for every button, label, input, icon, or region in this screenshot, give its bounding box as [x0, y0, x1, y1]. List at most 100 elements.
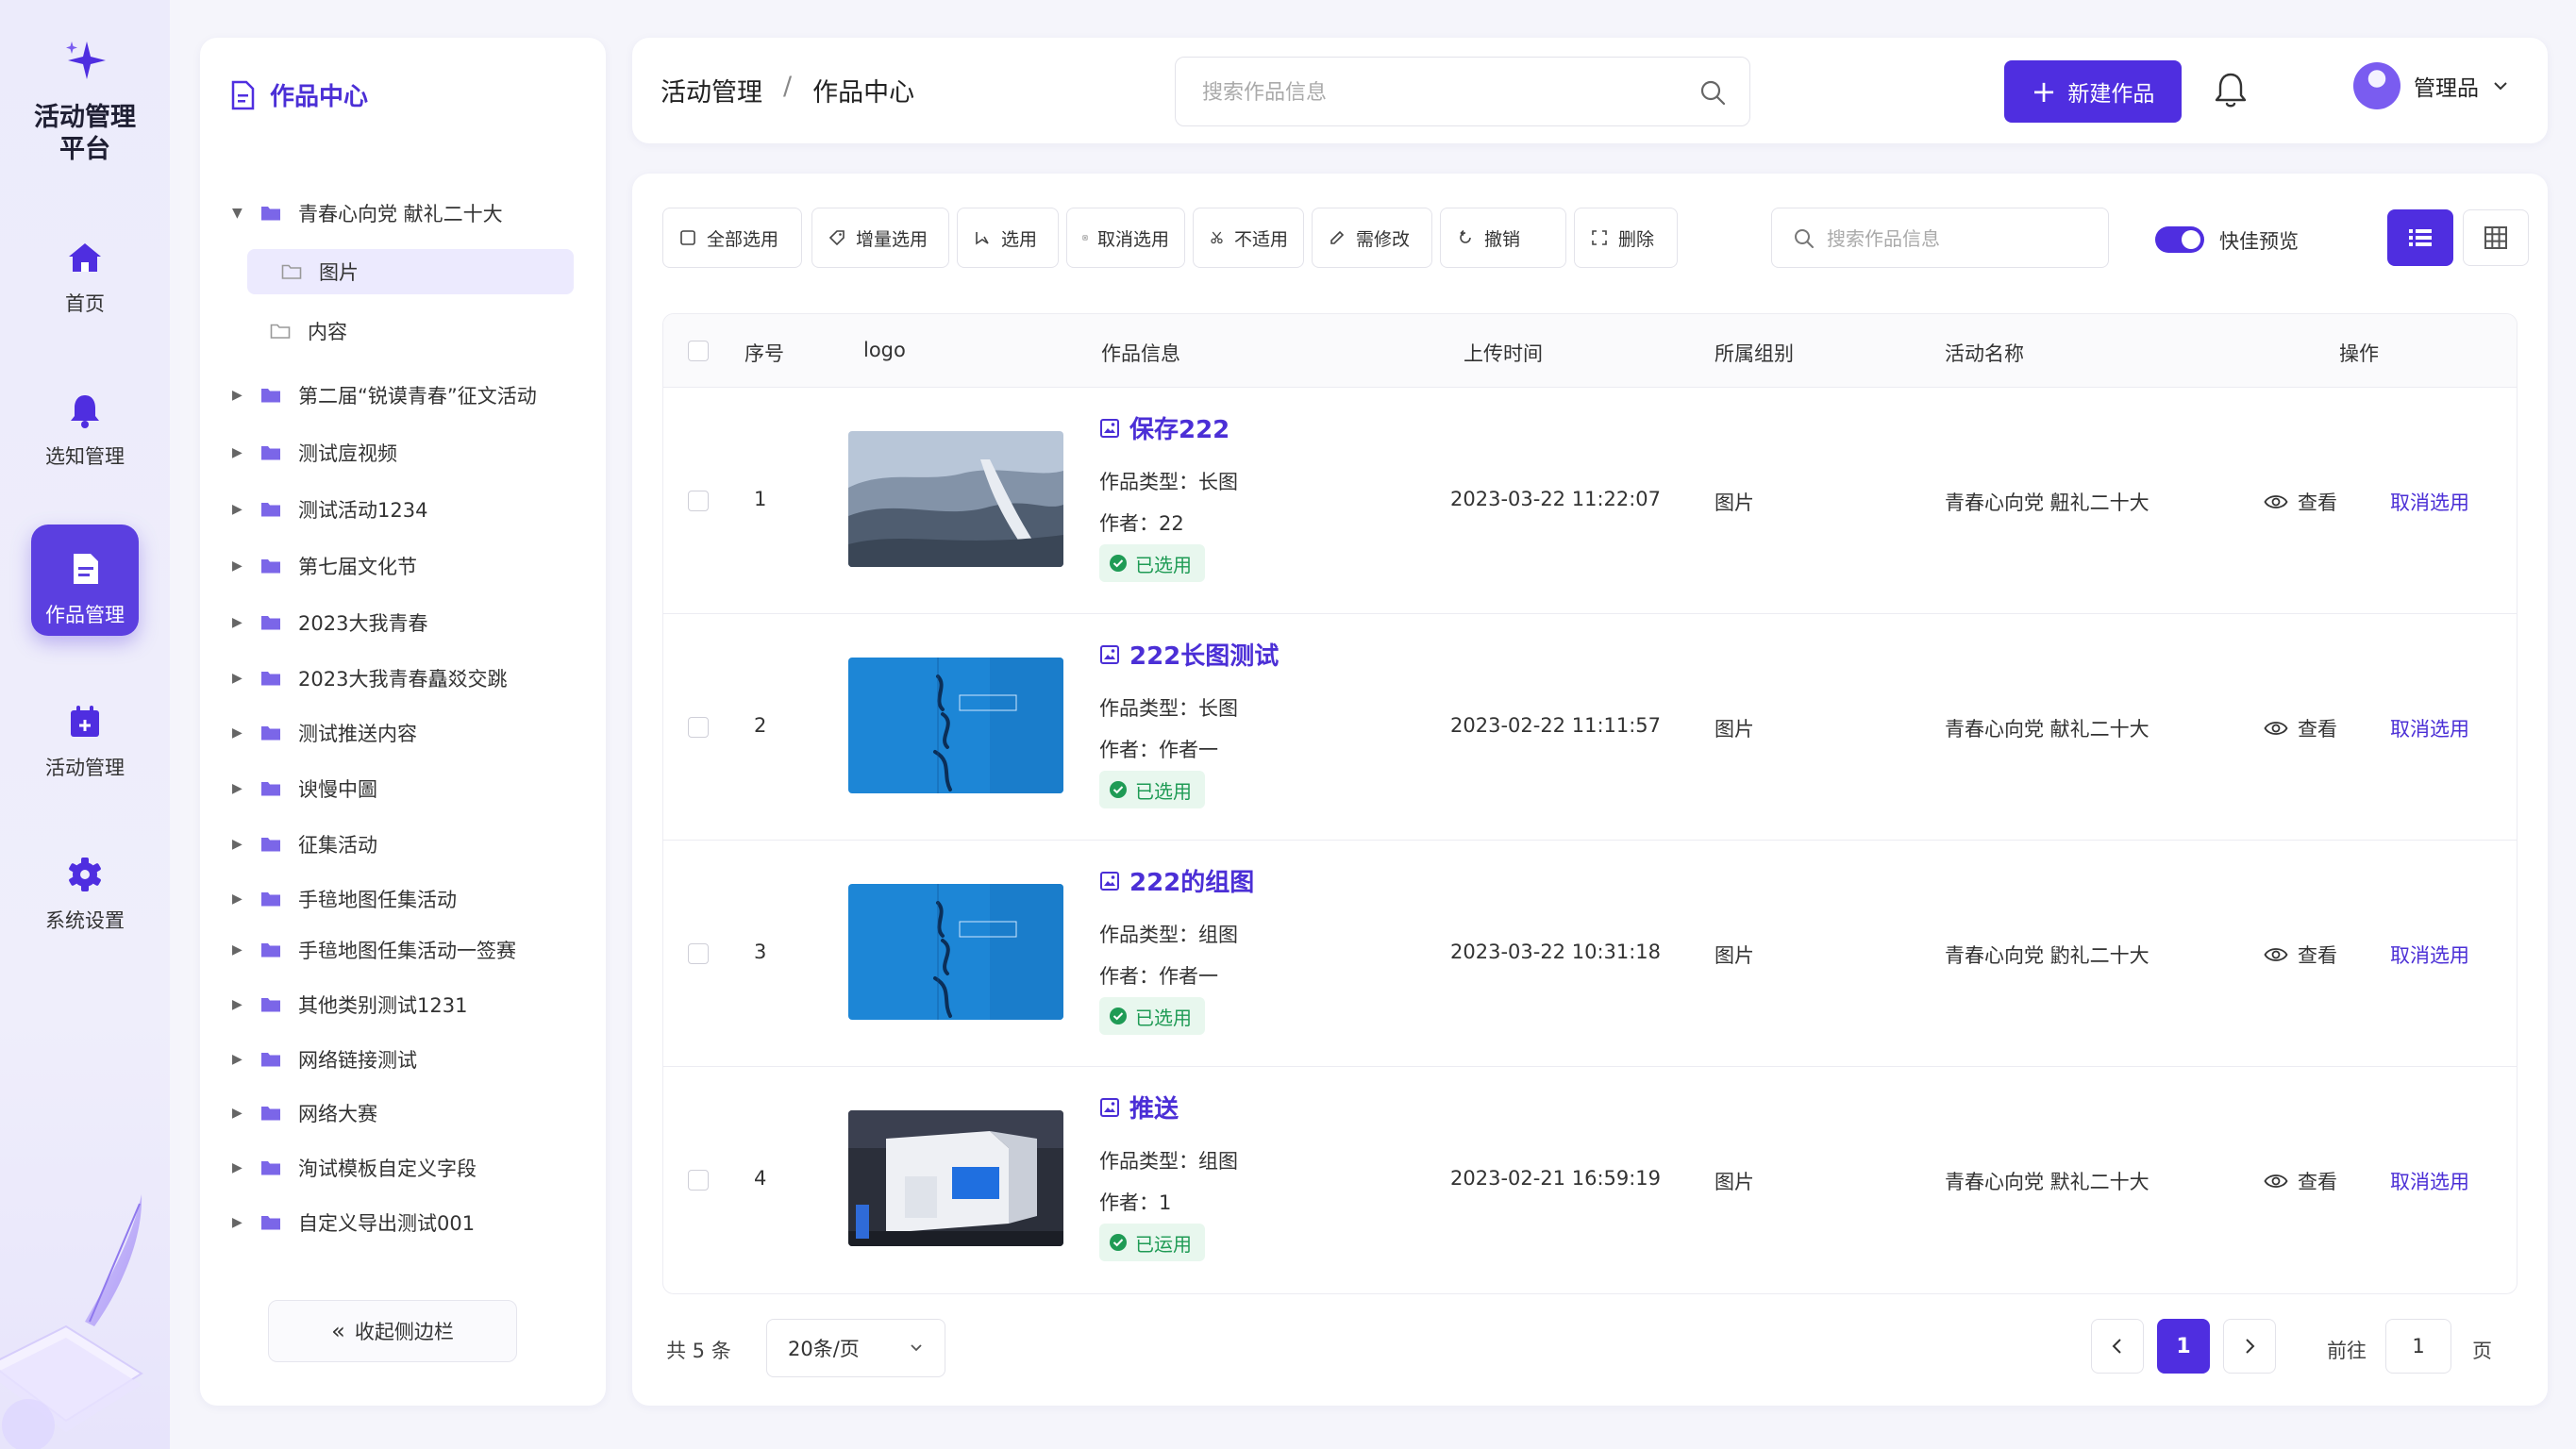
activity-name: 青春心向党 䶂礼二十大: [1945, 944, 2149, 967]
tree-item[interactable]: ▶ 洵试模板自定义字段: [200, 1145, 606, 1191]
tree-item[interactable]: ▶ 测试推送内容: [200, 710, 606, 756]
toolbar-button[interactable]: 增量选用: [811, 208, 949, 268]
work-title-link[interactable]: 222长图测试: [1099, 637, 1279, 672]
nav-item-settings[interactable]: 系统设置: [31, 830, 139, 941]
tree-item[interactable]: ▼ 青春心向党 献礼二十大: [200, 191, 606, 236]
tree-item[interactable]: ▶ 自定义导出测试001: [200, 1200, 606, 1245]
caret-down-icon[interactable]: ▼: [232, 206, 245, 221]
row-checkbox[interactable]: [688, 943, 709, 964]
notification-bell-icon[interactable]: [2210, 69, 2251, 110]
works-search-input[interactable]: [1827, 222, 2091, 256]
tree-item[interactable]: ▶ 2023大我青春矗㸚交跳: [200, 656, 606, 701]
toolbar-button[interactable]: 取消选用: [1066, 208, 1185, 268]
caret-right-icon[interactable]: ▶: [232, 1215, 245, 1230]
view-button[interactable]: 查看: [2264, 941, 2337, 969]
nav-item-activity[interactable]: 活动管理: [31, 677, 139, 789]
page-size-select[interactable]: 20条/页: [766, 1319, 945, 1377]
tree-item[interactable]: ▶ 第二届“锐谟青春”征文活动: [200, 373, 606, 418]
prev-page-button[interactable]: [2091, 1319, 2144, 1374]
work-thumbnail[interactable]: [848, 884, 1063, 1020]
user-name: 管理品: [2414, 76, 2479, 101]
row-checkbox[interactable]: [688, 717, 709, 738]
nav-item-home[interactable]: 首页: [31, 213, 139, 325]
unselect-button[interactable]: 取消选用: [2390, 488, 2469, 516]
toolbar-button-label: 增量选用: [856, 228, 928, 250]
caret-right-icon[interactable]: ▶: [232, 615, 245, 630]
quick-preview-toggle[interactable]: [2155, 226, 2204, 253]
caret-right-icon[interactable]: ▶: [232, 781, 245, 796]
toolbar-button[interactable]: 撤销: [1440, 208, 1566, 268]
grid-view-button[interactable]: [2463, 209, 2529, 266]
nav-item-notice[interactable]: 选知管理: [31, 366, 139, 477]
tree-item[interactable]: ▶ 网络链接测试: [200, 1037, 606, 1082]
tree-item[interactable]: ▶ 网络大赛: [200, 1091, 606, 1136]
search-icon[interactable]: [1698, 78, 1727, 107]
user-menu[interactable]: 管理品: [2353, 62, 2509, 109]
toolbar-button[interactable]: 全部选用: [662, 208, 802, 268]
toolbar-button[interactable]: 需修改: [1312, 208, 1432, 268]
work-title-link[interactable]: 推送: [1099, 1090, 1179, 1124]
nav-rail: 活动管理 平台 首页 选知管理 作品管理 活动管理 系统设置: [0, 0, 170, 1449]
tree-item[interactable]: ▶ 第七届文化节: [200, 543, 606, 589]
work-title-link[interactable]: 保存222: [1099, 410, 1229, 445]
status-badge: 已选用: [1099, 544, 1205, 582]
select-all-checkbox[interactable]: [688, 341, 709, 361]
unselect-button[interactable]: 取消选用: [2390, 1167, 2469, 1195]
works-search[interactable]: [1771, 208, 2109, 268]
column-header: 操作: [2339, 342, 2379, 365]
view-button[interactable]: 查看: [2264, 488, 2337, 516]
page-number-current[interactable]: 1: [2157, 1319, 2210, 1374]
tree-item[interactable]: ▶ 测试活动1234: [200, 487, 606, 532]
goto-page-input[interactable]: [2385, 1319, 2451, 1374]
work-type-value: 长图: [1198, 471, 1238, 493]
caret-right-icon[interactable]: ▶: [232, 388, 245, 403]
view-button[interactable]: 查看: [2264, 714, 2337, 742]
caret-right-icon[interactable]: ▶: [232, 1052, 245, 1067]
work-title-link[interactable]: 222的组图: [1099, 863, 1254, 898]
status-label: 已选用: [1135, 1006, 1192, 1029]
caret-right-icon[interactable]: ▶: [232, 558, 245, 574]
caret-right-icon[interactable]: ▶: [232, 445, 245, 460]
tree-item[interactable]: ▶ 征集活动: [200, 822, 606, 867]
list-view-button[interactable]: [2387, 209, 2453, 266]
unselect-button[interactable]: 取消选用: [2390, 941, 2469, 969]
toolbar-button[interactable]: 不适用: [1193, 208, 1304, 268]
tree-item[interactable]: ▶ 其他类别测试1231: [200, 982, 606, 1027]
caret-right-icon[interactable]: ▶: [232, 891, 245, 907]
toolbar-button[interactable]: 删除: [1574, 208, 1678, 268]
nav-item-works[interactable]: 作品管理: [31, 525, 139, 636]
caret-right-icon[interactable]: ▶: [232, 942, 245, 958]
row-checkbox[interactable]: [688, 491, 709, 511]
global-search[interactable]: [1175, 57, 1750, 126]
global-search-input[interactable]: [1202, 75, 1674, 110]
tree-item[interactable]: 内容: [200, 308, 606, 354]
tree-item[interactable]: ▶ 2023大我青春: [200, 600, 606, 645]
caret-right-icon[interactable]: ▶: [232, 502, 245, 517]
caret-right-icon[interactable]: ▶: [232, 671, 245, 686]
next-page-button[interactable]: [2223, 1319, 2276, 1374]
tree-item[interactable]: ▶ 手毰地图任集活动一签赛: [200, 927, 606, 973]
breadcrumb-item[interactable]: 活动管理: [661, 72, 762, 108]
tree-item[interactable]: ▶ 谀慢中圖: [200, 766, 606, 811]
tree-item-label: 测试推送内容: [298, 723, 417, 745]
folder-icon: [261, 1216, 280, 1230]
work-thumbnail[interactable]: [848, 1110, 1063, 1246]
new-work-button[interactable]: + 新建作品: [2004, 60, 2182, 123]
tree-item[interactable]: ▶ 测试㢄视频: [200, 430, 606, 475]
work-thumbnail[interactable]: [848, 431, 1063, 567]
upload-time: 2023-03-22 10:31:18: [1450, 941, 1662, 963]
tree-item[interactable]: ▶ 手毰地图任集活动: [200, 876, 606, 922]
caret-right-icon[interactable]: ▶: [232, 1106, 245, 1121]
caret-right-icon[interactable]: ▶: [232, 725, 245, 741]
unselect-button[interactable]: 取消选用: [2390, 714, 2469, 742]
view-button[interactable]: 查看: [2264, 1167, 2337, 1195]
caret-right-icon[interactable]: ▶: [232, 837, 245, 852]
collapse-sidebar-button[interactable]: « 收起侧边栏: [268, 1300, 517, 1362]
tree-item[interactable]: 图片: [247, 249, 574, 294]
caret-right-icon[interactable]: ▶: [232, 1160, 245, 1175]
toolbar-button[interactable]: 选用: [957, 208, 1059, 268]
caret-right-icon[interactable]: ▶: [232, 997, 245, 1012]
row-checkbox[interactable]: [688, 1170, 709, 1191]
collapse-sidebar-label: 收起侧边栏: [354, 1321, 454, 1343]
work-thumbnail[interactable]: [848, 658, 1063, 793]
